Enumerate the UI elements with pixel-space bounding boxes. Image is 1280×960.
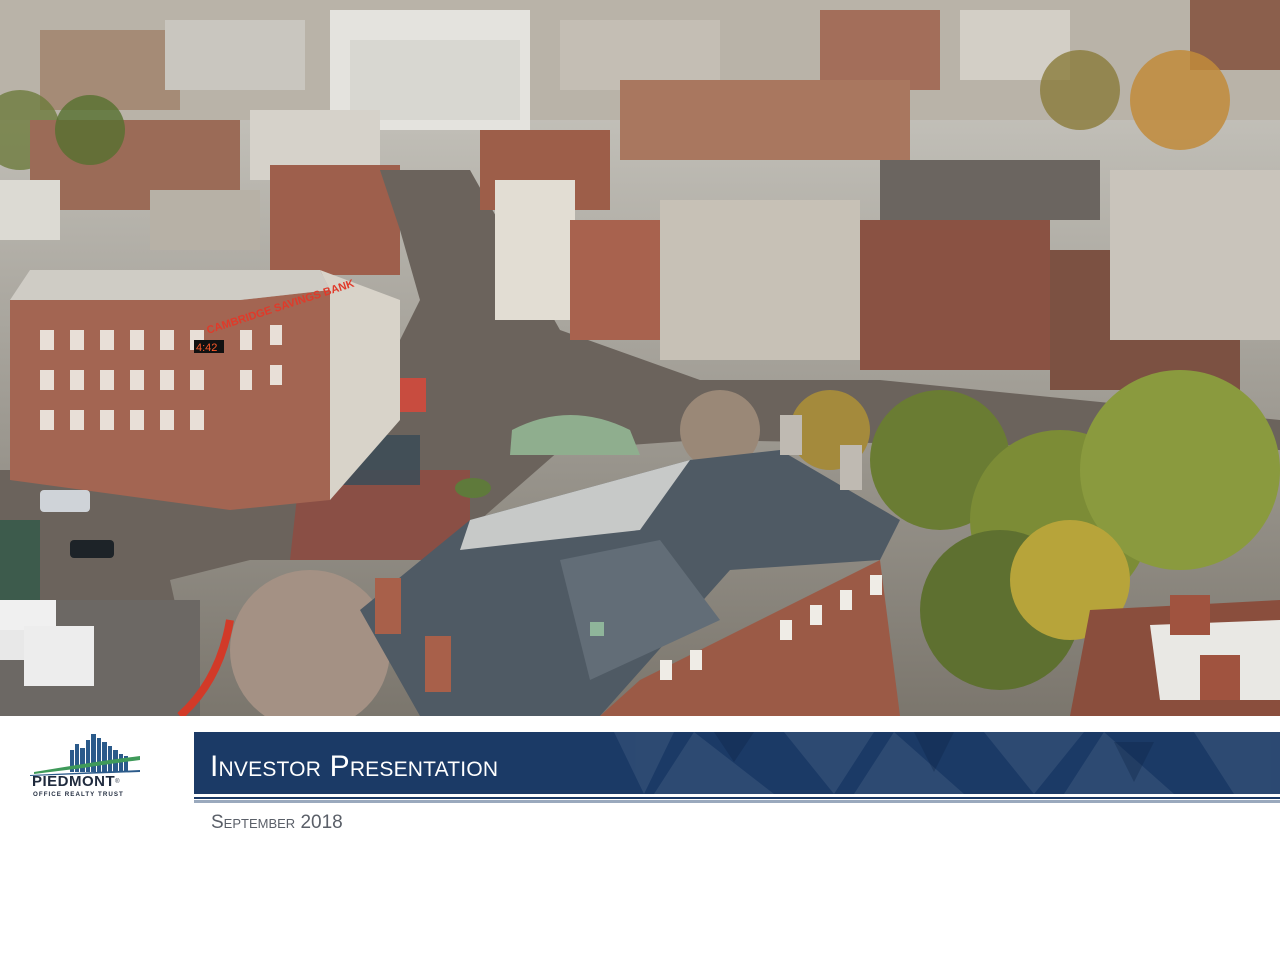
presentation-title: Investor Presentation (210, 750, 499, 783)
company-logo: PIEDMONT® OFFICE REALTY TRUST (28, 730, 158, 802)
title-banner: Investor Presentation (194, 732, 1280, 794)
presentation-date: September 2018 (211, 812, 343, 833)
clock-readout: 4:42 (196, 342, 217, 354)
title-slide: 4:42 CAMBRIDGE SAVINGS BANK PIEDMONT® OF… (0, 0, 1280, 960)
banner-pattern (614, 732, 1280, 794)
aerial-photo: 4:42 CAMBRIDGE SAVINGS BANK (0, 0, 1280, 716)
city-skyline-icon (30, 734, 140, 776)
title-rule (194, 797, 1280, 799)
logo-wordmark: PIEDMONT® (32, 773, 121, 790)
logo-tagline: OFFICE REALTY TRUST (33, 791, 124, 798)
title-rule-accent (194, 800, 1280, 803)
